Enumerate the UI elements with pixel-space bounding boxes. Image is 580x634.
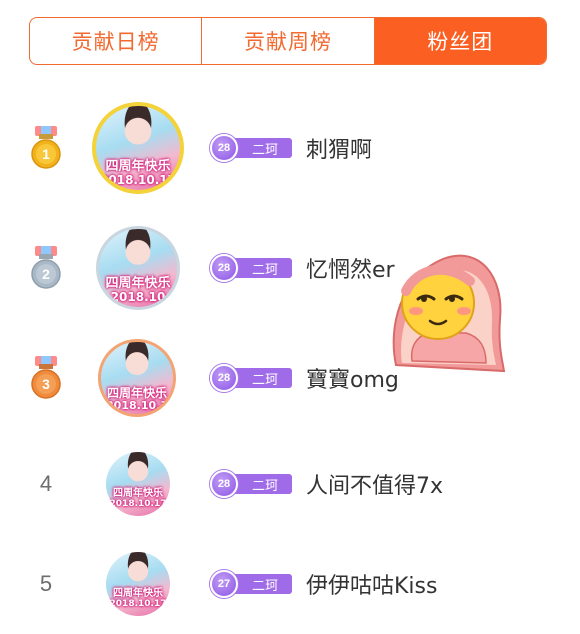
fan-badge: 27 二珂	[210, 570, 292, 598]
tab-weekly-contribution[interactable]: 贡献周榜	[201, 18, 373, 64]
avatar-caption: 四周年快乐	[105, 276, 171, 291]
avatar-caption: 四周年快乐	[113, 588, 163, 599]
tab-daily-contribution[interactable]: 贡献日榜	[30, 18, 201, 64]
fan-club-name: 二珂	[232, 574, 292, 594]
svg-text:1: 1	[42, 146, 50, 162]
gold-medal-icon: 1	[31, 126, 61, 169]
avatar-caption: 四周年快乐	[106, 386, 167, 400]
avatar-date: 2018.10.17	[109, 599, 167, 609]
fan-club-name: 二珂	[232, 258, 292, 278]
silver-medal-icon: 2	[31, 246, 61, 289]
rank-cell: 4	[22, 434, 70, 534]
list-item[interactable]: 5 四周年快乐 2018.10.17 27 二珂 伊伊咕咕Kiss	[0, 534, 580, 634]
avatar-date: 2018.10.1	[106, 399, 168, 412]
username[interactable]: 伊伊咕咕Kiss	[306, 568, 437, 600]
username[interactable]: 忆惘然er	[306, 252, 395, 284]
username[interactable]: 寶寶omg	[306, 362, 399, 394]
list-item[interactable]: 1 四周年快乐 2018.10.17 28 二珂 刺猬啊	[0, 98, 580, 198]
fan-level: 27	[210, 570, 238, 598]
rank-number: 5	[39, 571, 53, 596]
avatar[interactable]: 四周年快乐 2018.10.17	[106, 552, 170, 616]
avatar[interactable]: 四周年快乐 2018.10	[96, 226, 180, 310]
rank-cell: 2	[22, 218, 70, 318]
fan-badge: 28 二珂	[210, 254, 292, 282]
username[interactable]: 人间不值得7x	[306, 468, 443, 500]
fan-level: 28	[210, 134, 238, 162]
avatar[interactable]: 四周年快乐 2018.10.17	[92, 102, 184, 194]
fan-badge: 28 二珂	[210, 364, 292, 392]
fan-club-name: 二珂	[232, 368, 292, 388]
avatar-date: 2018.10.17	[100, 173, 176, 187]
svg-text:3: 3	[42, 376, 50, 392]
fan-level: 28	[210, 254, 238, 282]
fan-badge: 28 二珂	[210, 134, 292, 162]
rank-cell: 1	[22, 98, 70, 198]
avatar-date: 2018.10	[110, 290, 166, 304]
avatar-caption: 四周年快乐	[105, 159, 171, 174]
tab-fan-club[interactable]: 粉丝团	[373, 18, 546, 64]
rank-cell: 5	[22, 534, 70, 634]
fan-club-name: 二珂	[232, 138, 292, 158]
rank-number: 4	[39, 471, 53, 496]
fan-level: 28	[210, 470, 238, 498]
fan-badge: 28 二珂	[210, 470, 292, 498]
avatar-caption: 四周年快乐	[113, 488, 163, 499]
ranking-tabs: 贡献日榜 贡献周榜 粉丝团	[29, 17, 547, 65]
fan-club-name: 二珂	[232, 474, 292, 494]
bronze-medal-icon: 3	[31, 356, 61, 399]
list-item[interactable]: 4 四周年快乐 2018.10.17 28 二珂 人间不值得7x	[0, 434, 580, 534]
avatar[interactable]: 四周年快乐 2018.10.17	[106, 452, 170, 516]
rank-cell: 3	[22, 328, 70, 428]
username[interactable]: 刺猬啊	[306, 132, 372, 164]
avatar-date: 2018.10.17	[109, 499, 167, 509]
shy-emoji-sticker-icon	[392, 254, 506, 373]
svg-text:2: 2	[42, 266, 50, 282]
fan-level: 28	[210, 364, 238, 392]
avatar[interactable]: 四周年快乐 2018.10.1	[98, 339, 176, 417]
